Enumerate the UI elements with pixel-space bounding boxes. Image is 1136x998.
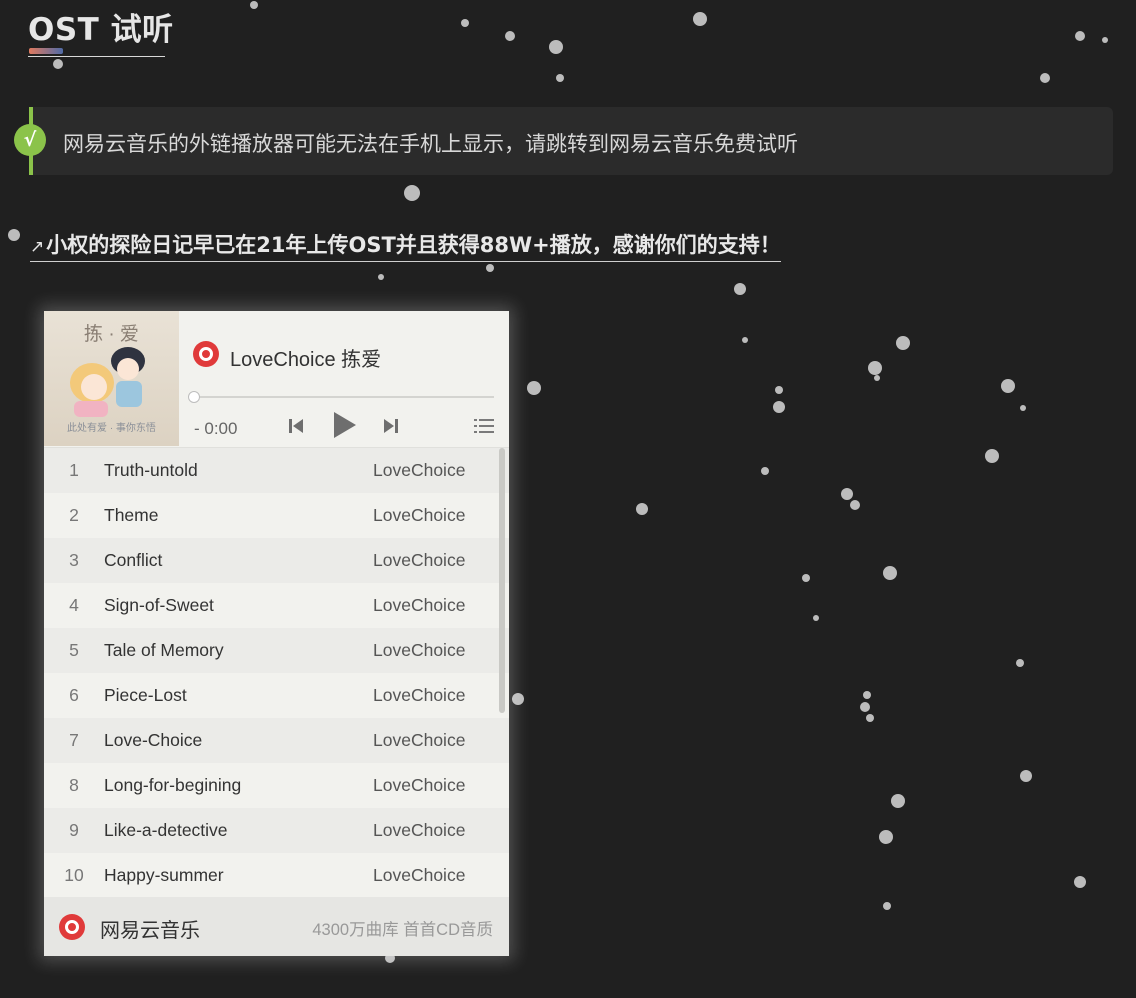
track-number: 3	[69, 550, 79, 570]
track-number: 10	[64, 865, 84, 885]
track-name: Truth-untold	[104, 460, 198, 480]
progress-bar[interactable]	[194, 396, 494, 398]
track-artist: LoveChoice	[373, 730, 466, 750]
track-number: 5	[69, 640, 79, 660]
play-icon[interactable]	[330, 410, 358, 440]
netease-logo-icon	[193, 341, 219, 367]
album-cover[interactable]: 拣 · 爱 此处有爱 · 事你东悟	[44, 311, 179, 446]
footer-tagline: 4300万曲库 首首CD音质	[312, 921, 493, 939]
track-number: 8	[69, 775, 79, 795]
time-display: - 0:00	[194, 419, 238, 438]
track-row[interactable]: 8 Long-for-begining LoveChoice	[44, 763, 509, 808]
player-footer: 网易云音乐 4300万曲库 首首CD音质	[44, 897, 509, 956]
track-name: Love-Choice	[104, 730, 203, 750]
track-artist: LoveChoice	[373, 505, 466, 525]
track-row[interactable]: 7 Love-Choice LoveChoice	[44, 718, 509, 763]
track-row[interactable]: 5 Tale of Memory LoveChoice	[44, 628, 509, 673]
notice-box: √ 网易云音乐的外链播放器可能无法在手机上显示，请跳转到网易云音乐免费试听	[14, 107, 1113, 175]
track-row[interactable]: 2 Theme LoveChoice	[44, 493, 509, 538]
track-name: Long-for-begining	[104, 775, 242, 795]
progress-handle[interactable]	[188, 391, 200, 403]
track-number: 7	[69, 730, 79, 750]
track-row[interactable]: 1 Truth-untold LoveChoice	[44, 448, 509, 493]
track-artist: LoveChoice	[373, 460, 466, 480]
track-number: 1	[69, 460, 79, 480]
track-artist: LoveChoice	[373, 775, 466, 795]
track-name: Happy-summer	[104, 865, 224, 885]
notice-text: 网易云音乐的外链播放器可能无法在手机上显示，请跳转到网易云音乐免费试听	[63, 132, 798, 156]
track-name: Tale of Memory	[104, 640, 224, 660]
track-number: 6	[69, 685, 79, 705]
previous-track-icon[interactable]	[287, 417, 305, 435]
track-artist: LoveChoice	[373, 685, 466, 705]
track-row[interactable]: 4 Sign-of-Sweet LoveChoice	[44, 583, 509, 628]
track-name: Piece-Lost	[104, 685, 187, 705]
title-accent-bar	[29, 48, 63, 54]
music-player: 拣 · 爱 此处有爱 · 事你东悟 LoveChoice 拣爱 - 0:00 1…	[44, 311, 509, 956]
track-name: Sign-of-Sweet	[104, 595, 214, 615]
track-row[interactable]: 6 Piece-Lost LoveChoice	[44, 673, 509, 718]
playlist-icon[interactable]	[474, 418, 494, 434]
ost-link-text: 小权的探险日记早已在21年上传OST并且获得88W+播放，感谢你们的支持！	[46, 233, 781, 257]
track-artist: LoveChoice	[373, 550, 466, 570]
track-number: 9	[69, 820, 79, 840]
track-name: Conflict	[104, 550, 163, 570]
track-row[interactable]: 3 Conflict LoveChoice	[44, 538, 509, 583]
page-title: OST 试听	[28, 12, 174, 48]
next-track-icon[interactable]	[382, 417, 400, 435]
track-row[interactable]: 10 Happy-summer LoveChoice	[44, 853, 509, 898]
track-artist: LoveChoice	[373, 640, 466, 660]
track-artist: LoveChoice	[373, 820, 466, 840]
tracklist-scrollbar[interactable]	[499, 448, 505, 713]
title-underline	[28, 56, 165, 57]
netease-footer-logo-icon[interactable]	[59, 914, 85, 940]
footer-brand[interactable]: 网易云音乐	[100, 914, 200, 943]
player-title: LoveChoice 拣爱	[230, 349, 382, 371]
track-number: 2	[69, 505, 79, 525]
track-name: Theme	[104, 505, 159, 525]
track-artist: LoveChoice	[373, 595, 466, 615]
track-number: 4	[69, 595, 79, 615]
track-artist: LoveChoice	[373, 865, 466, 885]
ost-external-link[interactable]: ↗小权的探险日记早已在21年上传OST并且获得88W+播放，感谢你们的支持！	[30, 229, 781, 262]
track-row[interactable]: 9 Like-a-detective LoveChoice	[44, 808, 509, 853]
track-name: Like-a-detective	[104, 820, 228, 840]
external-link-icon: ↗	[30, 237, 45, 257]
cover-caption: 此处有爱 · 事你东悟	[67, 423, 156, 434]
check-icon: √	[14, 124, 46, 156]
track-list: 1 Truth-untold LoveChoice 2 Theme LoveCh…	[44, 447, 509, 898]
